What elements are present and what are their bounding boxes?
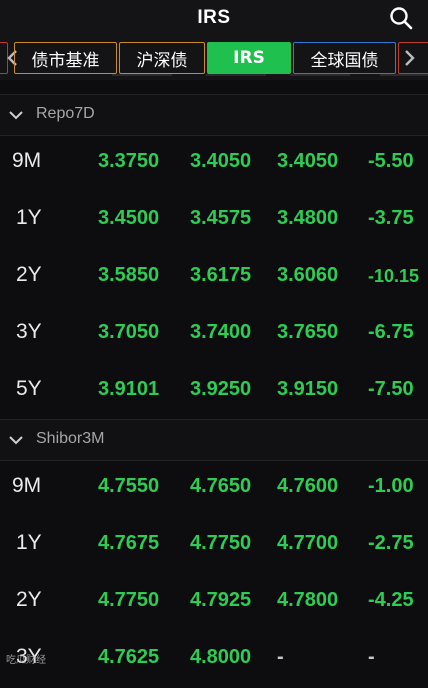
table-row[interactable]: 2Y 3.5850 3.6175 3.6060 -10.15: [0, 249, 428, 306]
watermark: 吃瓜财经: [6, 655, 46, 666]
tenor-label: 9M: [12, 149, 42, 172]
value-change: -7.50: [368, 378, 414, 400]
tenor-label: 1Y: [16, 531, 42, 554]
tenor-label: 3Y: [16, 320, 42, 343]
value-latest: 3.4050: [277, 150, 339, 172]
value-bid: 4.7750: [98, 589, 160, 611]
value-change: -: [368, 646, 375, 668]
section-header-repo7d[interactable]: Repo7D: [0, 94, 428, 136]
tenor-label: 1Y: [16, 206, 42, 229]
chevron-down-icon: [9, 436, 23, 445]
value-ask: 3.4050: [190, 150, 252, 172]
tab-sh-sz-bonds[interactable]: 沪深债: [119, 42, 205, 74]
section-label: Repo7D: [36, 105, 95, 122]
value-change: -6.75: [368, 321, 414, 343]
value-bid: 4.7550: [98, 475, 160, 497]
chevron-right-icon[interactable]: [400, 48, 418, 68]
value-ask: 4.8000: [190, 646, 252, 668]
value-ask: 3.9250: [190, 378, 252, 400]
tab-global-treasuries[interactable]: 全球国债: [293, 42, 396, 74]
value-ask: 3.4575: [190, 207, 252, 229]
table-row[interactable]: 1Y 4.7675 4.7750 4.7700 -2.75: [0, 517, 428, 574]
value-bid: 4.7625: [98, 646, 160, 668]
value-latest: 3.6060: [277, 264, 339, 286]
table-row[interactable]: 9M 3.3750 3.4050 3.4050 -5.50: [0, 135, 428, 192]
value-latest: 3.9150: [277, 378, 339, 400]
value-change: -4.25: [368, 589, 414, 611]
page-title: IRS: [197, 7, 231, 28]
value-ask: 4.7925: [190, 589, 252, 611]
value-bid: 3.4500: [98, 207, 160, 229]
value-latest: 4.7600: [277, 475, 339, 497]
tab-bond-benchmark[interactable]: 债市基准: [14, 42, 117, 74]
value-ask: 3.6175: [190, 264, 252, 286]
tenor-label: 2Y: [16, 588, 42, 611]
chevron-down-icon: [9, 111, 23, 120]
value-ask: 4.7650: [190, 475, 252, 497]
tenor-label: 9M: [12, 474, 42, 497]
table-row[interactable]: 2Y 4.7750 4.7925 4.7800 -4.25: [0, 574, 428, 631]
value-latest: 3.7650: [277, 321, 339, 343]
top-bar: IRS: [0, 0, 428, 36]
value-bid: 3.7050: [98, 321, 160, 343]
table-row[interactable]: 1Y 3.4500 3.4575 3.4800 -3.75: [0, 192, 428, 249]
table-row[interactable]: 3Y 3.7050 3.7400 3.7650 -6.75: [0, 306, 428, 363]
value-bid: 3.9101: [98, 378, 160, 400]
value-bid: 3.5850: [98, 264, 160, 286]
value-bid: 4.7675: [98, 532, 160, 554]
value-latest: -: [277, 646, 284, 668]
column-header-remnant: [0, 74, 428, 88]
value-change: -10.15: [368, 266, 420, 286]
value-change: -2.75: [368, 532, 414, 554]
section-label: Shibor3M: [36, 430, 105, 447]
table-row[interactable]: 9M 4.7550 4.7650 4.7600 -1.00: [0, 460, 428, 517]
tenor-label: 5Y: [16, 377, 42, 400]
section-header-shibor3m[interactable]: Shibor3M: [0, 419, 428, 461]
value-change: -1.00: [368, 475, 414, 497]
value-bid: 3.3750: [98, 150, 160, 172]
tenor-label: 2Y: [16, 263, 42, 286]
value-ask: 3.7400: [190, 321, 252, 343]
value-latest: 4.7800: [277, 589, 339, 611]
value-latest: 3.4800: [277, 207, 339, 229]
table-row[interactable]: 5Y 3.9101 3.9250 3.9150 -7.50: [0, 363, 428, 420]
value-latest: 4.7700: [277, 532, 339, 554]
value-ask: 4.7750: [190, 532, 252, 554]
value-change: -5.50: [368, 150, 414, 172]
value-change: -3.75: [368, 207, 414, 229]
tab-irs[interactable]: IRS: [207, 42, 291, 74]
search-icon[interactable]: [388, 5, 414, 31]
table-row[interactable]: 3Y 4.7625 4.8000 - -: [0, 631, 428, 688]
